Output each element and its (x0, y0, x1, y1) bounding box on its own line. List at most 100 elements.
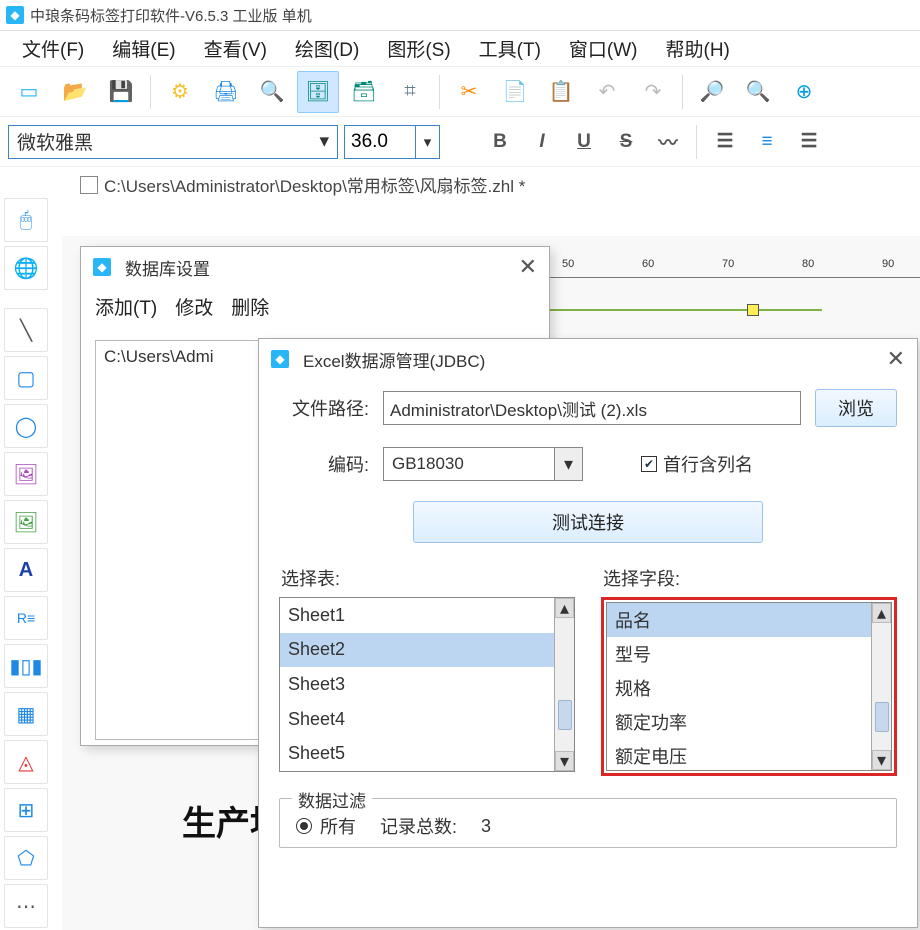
scroll-down-icon[interactable]: ▾ (872, 750, 891, 770)
print-button[interactable]: 🖨 (205, 71, 247, 113)
font-size-field[interactable]: ▾ (344, 125, 440, 159)
save-doc-button[interactable]: 💾 (100, 71, 142, 113)
paste-button[interactable]: 📋 (540, 71, 582, 113)
file-path-label: 文件路径: (279, 395, 369, 421)
encoding-label: 编码: (279, 451, 369, 477)
underline-button[interactable]: U (566, 124, 602, 160)
align-left-button[interactable]: ☰ (707, 124, 743, 160)
close-icon[interactable]: ✕ (519, 254, 537, 280)
tables-listbox[interactable]: Sheet1Sheet2Sheet3Sheet4Sheet5 ▴ ▾ (279, 597, 575, 772)
scroll-down-icon[interactable]: ▾ (555, 751, 574, 771)
font-size-input[interactable] (345, 126, 415, 158)
dialog-icon: ◆ (93, 258, 111, 276)
field-row[interactable]: 额定电压 (607, 739, 891, 771)
field-row[interactable]: 品名 (607, 603, 891, 637)
text-tool[interactable]: A (4, 548, 48, 592)
selection-handle[interactable] (747, 304, 759, 316)
scroll-up-icon[interactable]: ▴ (872, 603, 891, 623)
filter-all-radio[interactable]: 所有 (296, 813, 356, 839)
scrollbar[interactable]: ▴ ▾ (554, 598, 574, 771)
font-family-select[interactable]: 微软雅黑 ▾ (8, 125, 338, 159)
dialog-menu: 添加(T) 修改 删除 (81, 287, 549, 326)
zoom-out-button[interactable]: 🔍 (737, 71, 779, 113)
wave-button[interactable]: 〰 (650, 124, 686, 160)
font-family-value: 微软雅黑 (17, 128, 93, 155)
menu-help[interactable]: 帮助(H) (652, 31, 744, 66)
table-row[interactable]: Sheet1 (280, 598, 574, 633)
zoom-fit-button[interactable]: ⊕ (783, 71, 825, 113)
italic-button[interactable]: I (524, 124, 560, 160)
picture-tool[interactable]: 🖼 (4, 500, 48, 544)
field-row[interactable]: 规格 (607, 671, 891, 705)
copy-button[interactable]: 📄 (494, 71, 536, 113)
more-tool[interactable]: ⋯ (4, 884, 48, 928)
image-tool[interactable]: 🖼 (4, 452, 48, 496)
table-row[interactable]: Sheet3 (280, 667, 574, 702)
menu-file[interactable]: 文件(F) (8, 31, 98, 66)
settings-button[interactable]: ⚙ (159, 71, 201, 113)
document-icon (80, 176, 98, 194)
menu-draw[interactable]: 绘图(D) (281, 31, 373, 66)
menu-tools[interactable]: 工具(T) (465, 31, 555, 66)
record-count-value: 3 (481, 816, 491, 837)
close-icon[interactable]: ✕ (887, 346, 905, 372)
checkbox-icon: ✔ (641, 456, 657, 472)
qrcode-tool[interactable]: ▦ (4, 692, 48, 736)
undo-button[interactable]: ↶ (586, 71, 628, 113)
menu-window[interactable]: 窗口(W) (555, 31, 652, 66)
chevron-down-icon[interactable]: ▾ (415, 126, 439, 158)
scroll-thumb[interactable] (558, 700, 572, 730)
scrollbar[interactable]: ▴ ▾ (871, 603, 891, 770)
line-tool[interactable]: ╲ (4, 308, 48, 352)
menu-view[interactable]: 查看(V) (190, 31, 281, 66)
file-path-input[interactable]: Administrator\Desktop\测试 (2).xls (383, 391, 801, 425)
menu-shape[interactable]: 图形(S) (373, 31, 464, 66)
field-row[interactable]: 型号 (607, 637, 891, 671)
browse-button[interactable]: 浏览 (815, 389, 897, 427)
new-doc-button[interactable]: ▭ (8, 71, 50, 113)
database2-button[interactable]: 🗃 (343, 71, 385, 113)
ellipse-tool[interactable]: ◯ (4, 404, 48, 448)
fields-listbox[interactable]: 品名型号规格额定功率额定电压 ▴ ▾ (606, 602, 892, 771)
encoding-select[interactable]: GB18030 ▾ (383, 447, 583, 481)
excel-source-dialog: ◆ Excel数据源管理(JDBC) ✕ 文件路径: Administrator… (258, 338, 918, 928)
bold-button[interactable]: B (482, 124, 518, 160)
test-connection-button[interactable]: 测试连接 (413, 501, 763, 543)
first-row-header-checkbox[interactable]: ✔ 首行含列名 (641, 451, 753, 477)
database-button[interactable]: 🗄 (297, 71, 339, 113)
pointer-tool[interactable]: 🖱 (4, 198, 48, 242)
chevron-down-icon: ▾ (319, 130, 329, 153)
table-tool[interactable]: ⊞ (4, 788, 48, 832)
polygon-tool[interactable]: ⬠ (4, 836, 48, 880)
strike-button[interactable]: S (608, 124, 644, 160)
db-delete-menu[interactable]: 删除 (231, 293, 269, 320)
roundrect-tool[interactable]: ▢ (4, 356, 48, 400)
align-right-button[interactable]: ☰ (791, 124, 827, 160)
open-doc-button[interactable]: 📂 (54, 71, 96, 113)
field-row[interactable]: 额定功率 (607, 705, 891, 739)
redo-button[interactable]: ↷ (632, 71, 674, 113)
table-row[interactable]: Sheet2 (280, 633, 574, 668)
db-edit-menu[interactable]: 修改 (175, 293, 213, 320)
pan-tool[interactable]: 🌐 (4, 246, 48, 290)
barcode-tool[interactable]: ▮▯▮ (4, 644, 48, 688)
richtext-tool[interactable]: R≡ (4, 596, 48, 640)
left-toolbar: 🖱 🌐 ╲ ▢ ◯ 🖼 🖼 A R≡ ▮▯▮ ▦ ◬ ⊞ ⬠ ⋯ (4, 198, 54, 928)
main-toolbar: ▭ 📂 💾 ⚙ 🖨 🔍 🗄 🗃 ⌗ ✂ 📄 📋 ↶ ↷ 🔎 🔍 ⊕ (0, 66, 920, 116)
record-count-label: 记录总数: (380, 813, 457, 839)
table-row[interactable]: Sheet5 (280, 736, 574, 771)
data-filter-group: 数据过滤 所有 记录总数: 3 (279, 798, 897, 848)
cut-button[interactable]: ✂ (448, 71, 490, 113)
menu-edit[interactable]: 编辑(E) (98, 31, 189, 66)
scroll-up-icon[interactable]: ▴ (555, 598, 574, 618)
grid-button[interactable]: ⌗ (389, 71, 431, 113)
scroll-thumb[interactable] (875, 702, 889, 732)
shape-tool[interactable]: ◬ (4, 740, 48, 784)
select-table-label: 选择表: (281, 565, 573, 591)
dialog-icon: ◆ (271, 350, 289, 368)
db-add-menu[interactable]: 添加(T) (95, 293, 157, 320)
table-row[interactable]: Sheet4 (280, 702, 574, 737)
align-center-button[interactable]: ≡ (749, 124, 785, 160)
preview-button[interactable]: 🔍 (251, 71, 293, 113)
zoom-in-button[interactable]: 🔎 (691, 71, 733, 113)
